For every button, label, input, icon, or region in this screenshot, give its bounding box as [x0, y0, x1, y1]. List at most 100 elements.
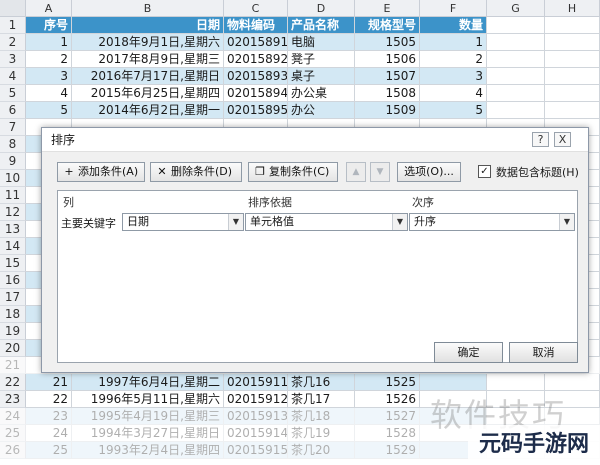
table-cell[interactable]: 2015年6月25日,星期四 — [72, 85, 224, 102]
table-cell[interactable]: 2017年8月9日,星期三 — [72, 51, 224, 68]
table-cell[interactable] — [487, 102, 545, 119]
table-cell[interactable]: 02015892 — [224, 51, 288, 68]
table-cell[interactable]: 2014年6月2日,星期一 — [72, 102, 224, 119]
row-number[interactable]: 9 — [0, 153, 26, 170]
table-cell[interactable]: 02015911 — [224, 374, 288, 391]
column-select[interactable]: 日期 ▼ — [122, 213, 244, 231]
table-cell[interactable]: 茶几17 — [288, 391, 355, 408]
table-cell[interactable]: 产品名称 — [288, 17, 355, 34]
column-header-c[interactable]: C — [224, 0, 288, 17]
table-cell[interactable] — [545, 102, 600, 119]
table-cell[interactable]: 1525 — [355, 374, 420, 391]
table-cell[interactable]: 02015914 — [224, 425, 288, 442]
table-cell[interactable]: 序号 — [26, 17, 72, 34]
basis-select[interactable]: 单元格值 ▼ — [245, 213, 408, 231]
table-cell[interactable]: 22 — [26, 391, 72, 408]
column-header-g[interactable]: G — [487, 0, 545, 17]
ok-button[interactable]: 确定 — [434, 342, 503, 363]
table-cell[interactable]: 02015894 — [224, 85, 288, 102]
table-cell[interactable]: 1506 — [355, 51, 420, 68]
table-cell[interactable]: 茶几19 — [288, 425, 355, 442]
table-cell[interactable]: 1 — [420, 34, 487, 51]
delete-condition-button[interactable]: ✕ 删除条件(D) — [150, 162, 242, 182]
table-cell[interactable]: 25 — [26, 442, 72, 459]
table-cell[interactable]: 1509 — [355, 102, 420, 119]
table-cell[interactable]: 02015893 — [224, 68, 288, 85]
table-cell[interactable]: 茶几20 — [288, 442, 355, 459]
row-number[interactable]: 24 — [0, 408, 26, 425]
row-number[interactable]: 15 — [0, 255, 26, 272]
row-number[interactable]: 8 — [0, 136, 26, 153]
table-cell[interactable]: 茶几18 — [288, 408, 355, 425]
table-cell[interactable]: 2 — [420, 51, 487, 68]
row-number[interactable]: 11 — [0, 187, 26, 204]
row-number[interactable]: 10 — [0, 170, 26, 187]
row-number[interactable]: 23 — [0, 391, 26, 408]
close-button[interactable]: X — [554, 132, 571, 147]
table-cell[interactable]: 1526 — [355, 391, 420, 408]
table-cell[interactable] — [487, 51, 545, 68]
table-cell[interactable] — [420, 374, 487, 391]
table-cell[interactable]: 02015912 — [224, 391, 288, 408]
row-number[interactable]: 20 — [0, 340, 26, 357]
table-cell[interactable]: 1508 — [355, 85, 420, 102]
options-button[interactable]: 选项(O)... — [397, 162, 461, 182]
table-cell[interactable]: 2 — [26, 51, 72, 68]
table-cell[interactable]: 1993年2月4日,星期四 — [72, 442, 224, 459]
row-number[interactable]: 13 — [0, 221, 26, 238]
row-number[interactable]: 6 — [0, 102, 26, 119]
row-number[interactable]: 2 — [0, 34, 26, 51]
select-all-corner[interactable] — [0, 0, 26, 17]
column-header-h[interactable]: H — [545, 0, 600, 17]
add-condition-button[interactable]: + 添加条件(A) — [57, 162, 145, 182]
row-number[interactable]: 1 — [0, 17, 26, 34]
table-cell[interactable]: 1994年3月27日,星期日 — [72, 425, 224, 442]
move-up-button[interactable]: ▲ — [346, 162, 366, 182]
table-cell[interactable]: 4 — [26, 85, 72, 102]
table-cell[interactable]: 2016年7月17日,星期日 — [72, 68, 224, 85]
table-cell[interactable]: 电脑 — [288, 34, 355, 51]
table-cell[interactable] — [487, 85, 545, 102]
table-cell[interactable] — [545, 34, 600, 51]
column-header-f[interactable]: F — [420, 0, 487, 17]
table-cell[interactable]: 4 — [420, 85, 487, 102]
row-number[interactable]: 16 — [0, 272, 26, 289]
help-button[interactable]: ? — [532, 132, 549, 147]
table-cell[interactable]: 3 — [420, 68, 487, 85]
row-number[interactable]: 4 — [0, 68, 26, 85]
table-cell[interactable]: 1527 — [355, 408, 420, 425]
move-down-button[interactable]: ▼ — [370, 162, 390, 182]
table-cell[interactable]: 1 — [26, 34, 72, 51]
table-cell[interactable]: 3 — [26, 68, 72, 85]
table-cell[interactable]: 1995年4月19日,星期三 — [72, 408, 224, 425]
column-header-a[interactable]: A — [26, 0, 72, 17]
table-cell[interactable] — [487, 17, 545, 34]
table-cell[interactable]: 1996年5月11日,星期六 — [72, 391, 224, 408]
table-cell[interactable]: 物料编码 — [224, 17, 288, 34]
row-number[interactable]: 19 — [0, 323, 26, 340]
row-number[interactable]: 7 — [0, 119, 26, 136]
table-cell[interactable]: 1997年6月4日,星期二 — [72, 374, 224, 391]
table-cell[interactable]: 办公 — [288, 102, 355, 119]
has-header-checkbox[interactable]: ✓ — [478, 165, 491, 178]
row-number[interactable]: 17 — [0, 289, 26, 306]
table-cell[interactable]: 02015895 — [224, 102, 288, 119]
row-number[interactable]: 14 — [0, 238, 26, 255]
table-cell[interactable]: 5 — [420, 102, 487, 119]
row-number[interactable]: 12 — [0, 204, 26, 221]
table-cell[interactable]: 1507 — [355, 68, 420, 85]
table-cell[interactable]: 规格型号 — [355, 17, 420, 34]
table-cell[interactable]: 1505 — [355, 34, 420, 51]
table-cell[interactable]: 桌子 — [288, 68, 355, 85]
table-cell[interactable]: 5 — [26, 102, 72, 119]
column-header-b[interactable]: B — [72, 0, 224, 17]
table-cell[interactable]: 23 — [26, 408, 72, 425]
table-cell[interactable]: 办公桌 — [288, 85, 355, 102]
table-cell[interactable]: 24 — [26, 425, 72, 442]
table-cell[interactable] — [545, 85, 600, 102]
column-header-d[interactable]: D — [288, 0, 355, 17]
table-cell[interactable] — [487, 34, 545, 51]
table-cell[interactable]: 茶几16 — [288, 374, 355, 391]
table-cell[interactable] — [487, 68, 545, 85]
table-cell[interactable] — [545, 51, 600, 68]
